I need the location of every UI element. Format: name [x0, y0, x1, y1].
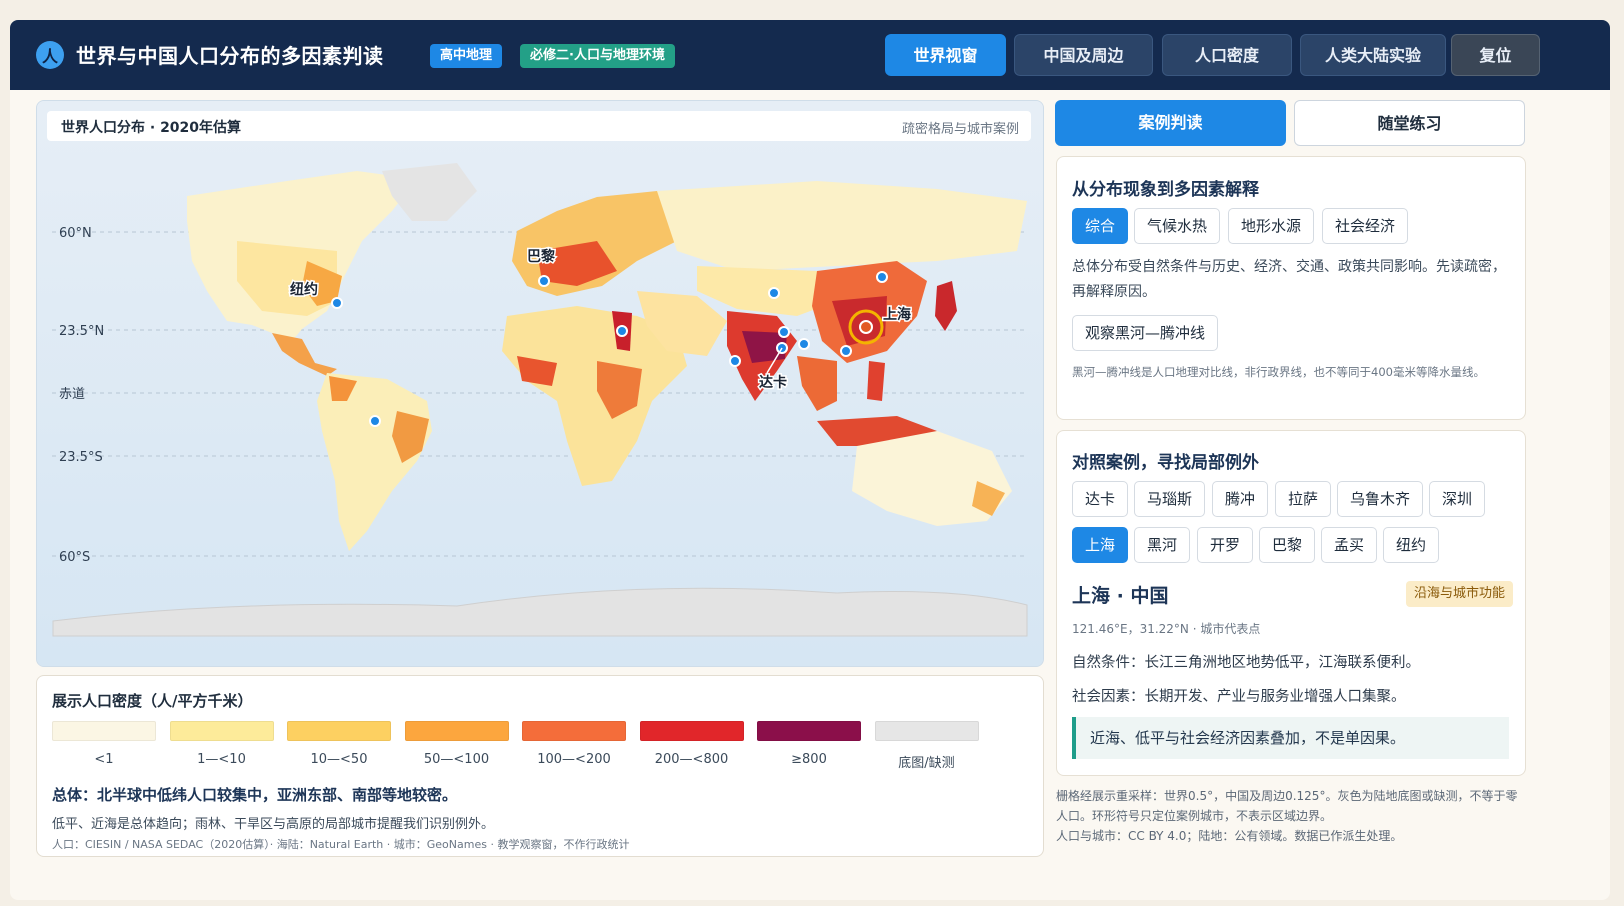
app-title: 世界与中国人口分布的多因素判读: [76, 44, 384, 68]
lat-label-60s: 60°S: [59, 550, 90, 565]
nav-continent-experiment-button[interactable]: 人类大陆实验: [1300, 34, 1446, 76]
case-chip-paris[interactable]: 巴黎: [1259, 527, 1316, 563]
city-label-newyork: 纽约: [290, 281, 318, 298]
person-logo-icon: 人: [36, 41, 64, 69]
factor-description: 总体分布受自然条件与历史、经济、交通、政策共同影响。先读疏密，再解释原因。: [1072, 259, 1506, 300]
nav-china-button[interactable]: 中国及周边: [1014, 34, 1153, 76]
reset-button[interactable]: 复位: [1451, 34, 1540, 76]
city-marker-urumqi[interactable]: [768, 287, 780, 299]
selected-case-tag: 沿海与城市功能: [1405, 581, 1513, 607]
legend-swatch-label: 1—<10: [197, 752, 246, 767]
selected-case-coordinates: 121.46°E，31.22°N · 城市代表点: [1072, 622, 1261, 636]
world-population-map[interactable]: 60°N 23.5°N 赤道 23.5°S 60°S 巴黎 纽约 上海 达卡: [37, 101, 1043, 666]
city-marker-tengchong[interactable]: [798, 338, 810, 350]
case-chip-dhaka[interactable]: 达卡: [1072, 481, 1129, 517]
legend-swatch: [757, 721, 861, 741]
data-source-note: 人口：CIESIN / NASA SEDAC（2020估算）· 海陆：Natur…: [52, 838, 630, 851]
unit-badge: 必修二·人口与地理环境: [520, 44, 675, 68]
factor-explanation-panel: 从分布现象到多因素解释 综合 气候水热 地形水源 社会经济 总体分布受自然条件与…: [1056, 156, 1526, 420]
case-conclusion-quote: 近海、低平与社会经济因素叠加，不是单因果。: [1072, 717, 1509, 759]
case-chip-manaus[interactable]: 马瑙斯: [1134, 481, 1206, 517]
city-marker-heihe[interactable]: [876, 271, 888, 283]
heihe-tengchong-line-button[interactable]: 观察黑河—腾冲线: [1072, 315, 1219, 351]
city-marker-paris[interactable]: [538, 275, 550, 287]
case-chip-shanghai[interactable]: 上海: [1072, 527, 1129, 563]
legend-swatch: [874, 721, 979, 741]
factor-chip-overall[interactable]: 综合: [1072, 208, 1129, 244]
footnote-resampling-note: 栅格经展示重采样：世界0.5°，中国及周边0.125°。灰色为陆地底图或缺测，不…: [1056, 789, 1518, 823]
philippines-landmass: [867, 361, 885, 401]
legend-title: 展示人口密度（人/平方千米）: [52, 692, 253, 710]
lat-label-60n: 60°N: [59, 226, 92, 241]
case-chip-newyork[interactable]: 纽约: [1383, 527, 1440, 563]
app-window: 人 世界与中国人口分布的多因素判读 高中地理 必修二·人口与地理环境 世界视窗 …: [10, 20, 1610, 900]
nav-world-view-button[interactable]: 世界视窗: [885, 34, 1006, 76]
city-marker-shenzhen[interactable]: [840, 345, 852, 357]
case-chip-heihe[interactable]: 黑河: [1134, 527, 1191, 563]
legend-summary: 总体：北半球中低纬人口较集中，亚洲东部、南部等地较密。: [52, 786, 458, 804]
city-marker-cairo[interactable]: [616, 325, 628, 337]
legend-swatch: [404, 721, 509, 741]
case-panel-title: 对照案例，寻找局部例外: [1072, 453, 1259, 473]
case-natural-conditions: 自然条件：长江三角洲地区地势低平，江海联系便利。: [1072, 655, 1420, 671]
city-label-paris: 巴黎: [527, 248, 555, 265]
footnote-license-note: 人口与城市：CC BY 4.0；陆地：公有领域。数据已作派生处理。: [1056, 829, 1403, 843]
case-chip-tengchong[interactable]: 腾冲: [1212, 481, 1269, 517]
lat-label-tropic-cancer: 23.5°N: [59, 324, 104, 339]
city-marker-manaus[interactable]: [369, 415, 381, 427]
legend-swatch: [169, 721, 274, 741]
legend-swatch-label: 50—<100: [423, 752, 490, 767]
legend-note: 低平、近海是总体趋向；雨林、干旱区与高原的局部城市提醒我们识别例外。: [52, 817, 495, 832]
city-label-shanghai: 上海: [883, 306, 911, 323]
city-marker-newyork[interactable]: [331, 297, 343, 309]
legend-swatch: [639, 721, 744, 741]
nav-density-button[interactable]: 人口密度: [1162, 34, 1292, 76]
city-label-dhaka: 达卡: [759, 374, 787, 391]
factor-chip-terrain[interactable]: 地形水源: [1228, 208, 1315, 244]
city-marker-lhasa[interactable]: [778, 326, 790, 338]
factor-panel-title: 从分布现象到多因素解释: [1072, 180, 1259, 200]
footnote: 栅格经展示重采样：世界0.5°，中国及周边0.125°。灰色为陆地底图或缺测，不…: [1056, 786, 1526, 846]
case-chip-cairo[interactable]: 开罗: [1197, 527, 1254, 563]
map-subtitle: 疏密格局与城市案例: [901, 122, 1019, 137]
legend-swatch-label: 底图/缺测: [898, 756, 955, 771]
map-title: 世界人口分布 · 2020年估算: [61, 120, 242, 136]
legend-swatch: [287, 721, 391, 741]
lat-label-tropic-capricorn: 23.5°S: [59, 450, 103, 465]
top-header: 人 世界与中国人口分布的多因素判读 高中地理 必修二·人口与地理环境 世界视窗 …: [10, 20, 1610, 90]
legend-swatch-label: 10—<50: [310, 752, 368, 767]
case-chip-shenzhen[interactable]: 深圳: [1429, 481, 1486, 517]
city-marker-shanghai[interactable]: [859, 320, 873, 334]
case-chip-urumqi[interactable]: 乌鲁木齐: [1337, 481, 1424, 517]
city-marker-mumbai[interactable]: [729, 355, 741, 367]
case-social-factors: 社会因素：长期开发、产业与服务业增强人口集聚。: [1072, 689, 1406, 705]
world-map-panel[interactable]: 60°N 23.5°N 赤道 23.5°S 60°S 巴黎 纽约 上海 达卡 世…: [36, 100, 1044, 667]
factor-chip-climate[interactable]: 气候水热: [1134, 208, 1221, 244]
legend-swatch-label: 200—<800: [654, 752, 729, 767]
tab-case-reading[interactable]: 案例判读: [1055, 100, 1286, 146]
factor-chip-socioeconomic[interactable]: 社会经济: [1322, 208, 1409, 244]
case-comparison-panel: 对照案例，寻找局部例外 达卡 马瑙斯 腾冲 拉萨 乌鲁木齐 深圳 上海 黑河 开…: [1056, 430, 1526, 776]
legend-swatch: [52, 721, 156, 741]
legend-swatch: [522, 721, 626, 741]
case-chip-lhasa[interactable]: 拉萨: [1275, 481, 1332, 517]
legend-swatch-label: 100—<200: [537, 752, 611, 767]
case-chip-mumbai[interactable]: 孟买: [1321, 527, 1378, 563]
heihe-tengchong-note: 黑河—腾冲线是人口地理对比线，非行政界线，也不等同于400毫米等降水量线。: [1072, 365, 1485, 379]
lat-label-equator: 赤道: [59, 387, 85, 402]
map-title-bar: 世界人口分布 · 2020年估算 疏密格局与城市案例: [47, 111, 1031, 141]
selected-case-name: 上海 · 中国: [1072, 585, 1169, 607]
tab-class-practice[interactable]: 随堂练习: [1294, 100, 1525, 146]
legend-swatch-label: <1: [94, 752, 114, 767]
density-legend-panel: 展示人口密度（人/平方千米） <1 1—<10 10—<50 50—<100 100—<…: [36, 675, 1044, 857]
legend-swatch-label: ≥800: [791, 752, 827, 767]
grade-badge: 高中地理: [430, 44, 503, 68]
